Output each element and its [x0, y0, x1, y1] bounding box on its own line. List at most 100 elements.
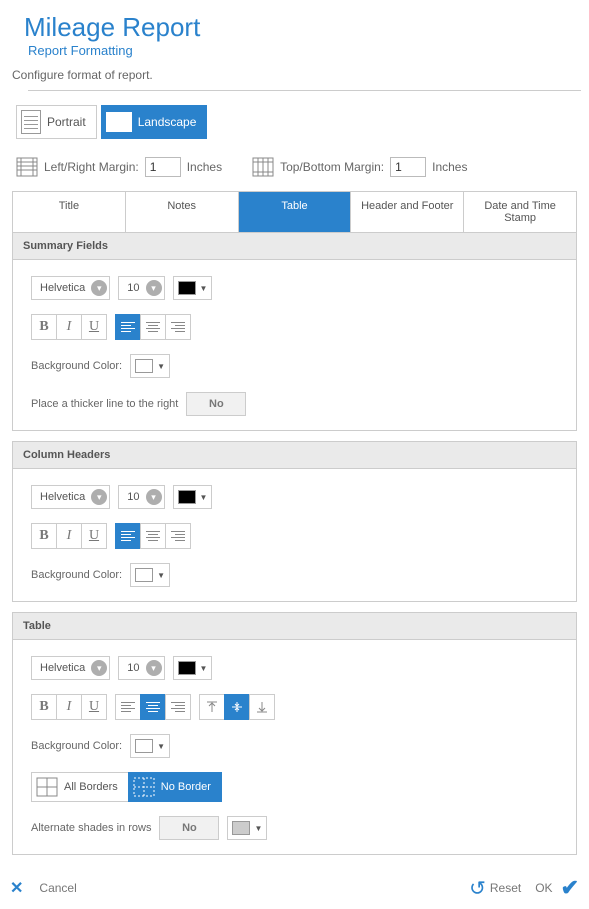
lr-margin-label: Left/Right Margin: [44, 160, 139, 174]
all-borders-button[interactable]: All Borders [31, 772, 129, 802]
separator [28, 90, 581, 91]
table-halign-group [115, 694, 191, 720]
summary-size-select[interactable]: 10▾ [118, 276, 164, 300]
page-description: Configure format of report. [12, 68, 581, 82]
italic-button[interactable]: I [56, 694, 82, 720]
table-border-group: All Borders No Border [31, 772, 222, 802]
align-right-button[interactable] [165, 314, 191, 340]
lr-margin-input[interactable] [145, 157, 181, 177]
cancel-button[interactable]: Cancel [39, 881, 76, 895]
ok-button[interactable]: OK [535, 881, 552, 895]
dropdown-icon: ▼ [254, 824, 262, 833]
columns-text-color-select[interactable]: ▼ [173, 485, 213, 509]
no-border-button[interactable]: No Border [128, 772, 222, 802]
portrait-button[interactable]: Portrait [16, 105, 97, 139]
lr-margin-icon [16, 157, 38, 177]
valign-middle-button[interactable] [224, 694, 250, 720]
color-swatch [178, 281, 196, 295]
chevron-down-icon: ▾ [91, 280, 107, 296]
underline-button[interactable]: U [81, 523, 107, 549]
valign-top-button[interactable] [199, 694, 225, 720]
align-center-button[interactable] [140, 694, 166, 720]
bold-button[interactable]: B [31, 523, 57, 549]
tab-date-time[interactable]: Date and Time Stamp [464, 192, 576, 232]
tab-notes[interactable]: Notes [126, 192, 239, 232]
all-borders-icon [36, 777, 58, 797]
underline-button[interactable]: U [81, 694, 107, 720]
columns-font-select[interactable]: Helvetica▾ [31, 485, 110, 509]
chevron-down-icon: ▾ [146, 660, 162, 676]
bold-button[interactable]: B [31, 314, 57, 340]
landscape-label: Landscape [138, 115, 197, 129]
tb-margin-input[interactable] [390, 157, 426, 177]
table-heading: Table [13, 613, 576, 640]
panel-summary: Summary Fields Helvetica▾ 10▾ ▼ B I U [12, 233, 577, 431]
color-swatch [178, 490, 196, 504]
color-swatch [232, 821, 250, 835]
footer: ✕ Cancel ↺ Reset OK ✔ [0, 869, 589, 909]
reset-button[interactable]: Reset [490, 881, 521, 895]
summary-bg-label: Background Color: [31, 360, 122, 372]
dropdown-icon: ▼ [157, 362, 165, 371]
summary-thicker-toggle[interactable]: No [186, 392, 246, 416]
align-left-button[interactable] [115, 523, 141, 549]
table-size-select[interactable]: 10▾ [118, 656, 164, 680]
table-font-select[interactable]: Helvetica▾ [31, 656, 110, 680]
dropdown-icon: ▼ [157, 742, 165, 751]
tab-header-footer[interactable]: Header and Footer [351, 192, 464, 232]
table-bg-color-select[interactable]: ▼ [130, 734, 170, 758]
color-swatch [178, 661, 196, 675]
portrait-label: Portrait [47, 115, 86, 129]
check-icon[interactable]: ✔ [561, 875, 579, 901]
align-center-button[interactable] [140, 314, 166, 340]
summary-bg-color-select[interactable]: ▼ [130, 354, 170, 378]
underline-button[interactable]: U [81, 314, 107, 340]
orientation-group: Portrait Landscape [16, 105, 581, 139]
tb-margin-label: Top/Bottom Margin: [280, 160, 384, 174]
alt-shade-color-select[interactable]: ▼ [227, 816, 267, 840]
valign-bottom-button[interactable] [249, 694, 275, 720]
panel-table: Table Helvetica▾ 10▾ ▼ B I U [12, 612, 577, 855]
alt-shade-label: Alternate shades in rows [31, 822, 151, 834]
tb-margin-unit: Inches [432, 160, 467, 174]
italic-button[interactable]: I [56, 523, 82, 549]
align-left-button[interactable] [115, 694, 141, 720]
bold-button[interactable]: B [31, 694, 57, 720]
columns-bg-label: Background Color: [31, 569, 122, 581]
summary-font-select[interactable]: Helvetica▾ [31, 276, 110, 300]
table-valign-group [199, 694, 275, 720]
close-icon[interactable]: ✕ [10, 878, 23, 898]
lr-margin-unit: Inches [187, 160, 222, 174]
align-right-button[interactable] [165, 523, 191, 549]
margins-row: Left/Right Margin: Inches Top/Bottom Mar… [16, 157, 581, 177]
no-border-icon [133, 777, 155, 797]
tab-title[interactable]: Title [13, 192, 126, 232]
table-text-color-select[interactable]: ▼ [173, 656, 213, 680]
tb-margin-icon [252, 157, 274, 177]
columns-size-select[interactable]: 10▾ [118, 485, 164, 509]
italic-button[interactable]: I [56, 314, 82, 340]
summary-text-color-select[interactable]: ▼ [173, 276, 213, 300]
chevron-down-icon: ▾ [91, 660, 107, 676]
align-center-button[interactable] [140, 523, 166, 549]
columns-align-group [115, 523, 191, 549]
portrait-icon [21, 110, 41, 134]
alt-shade-toggle[interactable]: No [159, 816, 219, 840]
chevron-down-icon: ▾ [91, 489, 107, 505]
color-swatch [135, 568, 153, 582]
reset-icon[interactable]: ↺ [469, 876, 486, 901]
panel-columns: Column Headers Helvetica▾ 10▾ ▼ B I U [12, 441, 577, 602]
table-bg-label: Background Color: [31, 740, 122, 752]
chevron-down-icon: ▾ [146, 489, 162, 505]
landscape-button[interactable]: Landscape [101, 105, 208, 139]
page-subtitle: Report Formatting [28, 43, 581, 58]
columns-bg-color-select[interactable]: ▼ [130, 563, 170, 587]
align-right-button[interactable] [165, 694, 191, 720]
summary-heading: Summary Fields [13, 233, 576, 260]
tab-table[interactable]: Table [239, 192, 352, 232]
align-left-button[interactable] [115, 314, 141, 340]
page-title: Mileage Report [24, 12, 581, 43]
columns-style-group: B I U [31, 523, 107, 549]
summary-thicker-label: Place a thicker line to the right [31, 398, 178, 410]
summary-style-group: B I U [31, 314, 107, 340]
